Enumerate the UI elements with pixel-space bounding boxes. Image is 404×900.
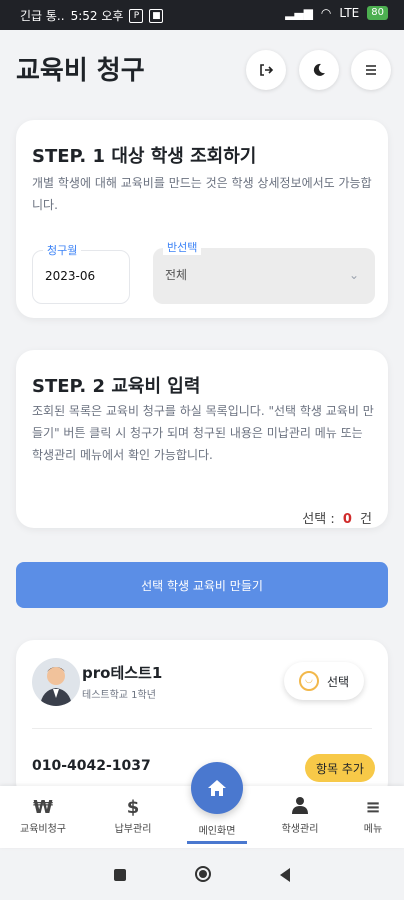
dollar-icon: $	[126, 797, 140, 818]
hamburger-icon	[366, 65, 376, 75]
select-student-button[interactable]: ◡ 선택	[284, 662, 364, 700]
divider	[32, 728, 372, 729]
signal-icon: ▂▄▆	[285, 6, 313, 20]
theme-toggle-button[interactable]	[299, 50, 339, 90]
create-tuition-button[interactable]: 선택 학생 교육비 만들기	[16, 562, 388, 608]
select-student-label: 선택	[326, 674, 350, 689]
student-school: 테스트학교 1학년	[82, 690, 156, 701]
student-name: pro테스트1	[82, 664, 163, 682]
battery-icon: 80	[367, 6, 388, 20]
nav-item-main-label: 메인화면	[198, 826, 236, 837]
step2-title: STEP. 2 교육비 입력	[32, 376, 201, 397]
nav-item-menu[interactable]: ≡ 메뉴	[338, 796, 404, 835]
class-select-label: 반선택	[163, 239, 202, 255]
menu-button[interactable]	[351, 50, 391, 90]
menu-icon: ≡	[365, 797, 381, 818]
nav-item-students-label: 학생관리	[281, 824, 319, 835]
class-select-value: 전체	[165, 268, 188, 282]
nav-item-tuition[interactable]: ₩ 교육비청구	[8, 796, 78, 835]
lte-label: LTE	[339, 6, 360, 20]
nav-item-payment[interactable]: $ 납부관리	[98, 796, 168, 835]
add-item-button[interactable]: 항목 추가	[305, 754, 375, 782]
step1-title: STEP. 1 대상 학생 조회하기	[32, 146, 257, 167]
step2-card: STEP. 2 교육비 입력 조회된 목록은 교육비 청구를 하실 목록입니다.…	[16, 350, 388, 528]
home-icon	[208, 780, 226, 796]
step1-description: 개별 학생에 대해 교육비를 만드는 것은 학생 상세정보에서도 가능합니다.	[32, 176, 372, 212]
smile-icon: ◡	[298, 671, 319, 691]
class-select[interactable]: 반선택 전체 ⌄	[153, 239, 375, 304]
page-title: 교육비 청구	[16, 56, 145, 86]
status-bar: 긴급 통.. 5:52 오후 P ■ ▂▄▆ ◠ LTE 80	[0, 0, 404, 30]
billing-month-field[interactable]: 청구월 2023-06	[32, 242, 130, 304]
step1-card: STEP. 1 대상 학생 조회하기 개별 학생에 대해 교육비를 만드는 것은…	[16, 120, 388, 318]
status-left-text: 긴급 통..	[20, 9, 65, 23]
step2-description: 조회된 목록은 교육비 청구를 하실 목록입니다. "선택 학생 교육비 만들기…	[32, 404, 374, 462]
status-time: 5:52 오후	[70, 9, 124, 23]
billing-month-label: 청구월	[43, 242, 82, 258]
system-home-button[interactable]	[195, 866, 211, 882]
logout-button[interactable]	[246, 50, 286, 90]
student-phone: 010-4042-1037	[32, 758, 151, 774]
nav-item-students[interactable]: 학생관리	[265, 796, 335, 835]
nav-item-payment-label: 납부관리	[114, 824, 152, 835]
avatar	[32, 658, 80, 706]
selected-unit: 건	[360, 512, 372, 527]
person-icon	[265, 796, 335, 820]
selected-label: 선택 :	[302, 512, 335, 527]
selected-count-row: 선택 : 0 건	[302, 508, 372, 527]
app-notification-icon: P	[129, 8, 144, 23]
won-icon: ₩	[33, 797, 53, 818]
logout-icon	[260, 64, 274, 76]
recents-button[interactable]	[114, 869, 126, 881]
chevron-down-icon: ⌄	[348, 268, 359, 282]
active-indicator	[187, 841, 247, 844]
nav-item-menu-label: 메뉴	[363, 824, 383, 835]
moon-icon	[313, 63, 325, 76]
wifi-icon: ◠	[320, 6, 332, 20]
home-button[interactable]	[191, 762, 243, 814]
billing-month-value: 2023-06	[45, 269, 96, 283]
nav-item-main[interactable]: 메인화면	[182, 822, 252, 844]
system-navigation-bar	[0, 852, 404, 900]
trash-notification-icon: ■	[149, 8, 164, 23]
nav-item-tuition-label: 교육비청구	[20, 824, 66, 835]
back-button[interactable]	[280, 868, 290, 882]
selected-count: 0	[342, 512, 352, 527]
